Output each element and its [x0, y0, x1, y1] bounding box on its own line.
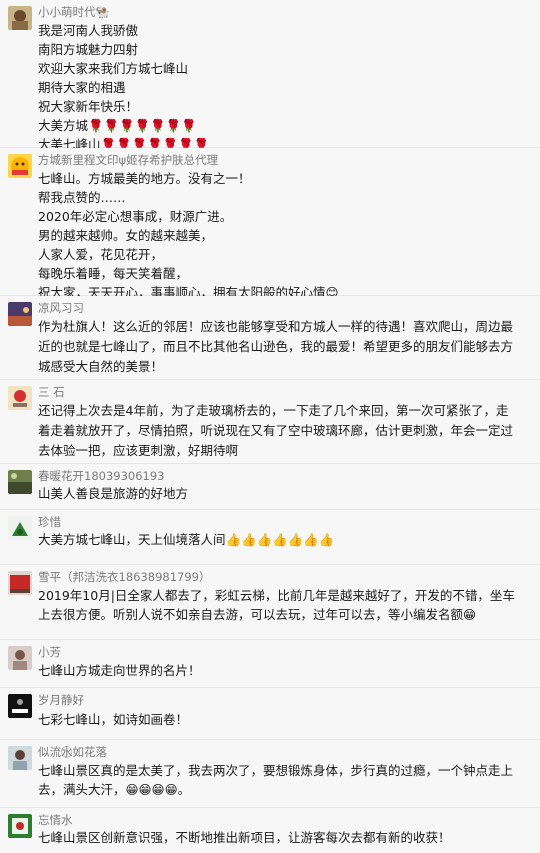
comment-text: 七峰山方城走向世界的名片！ [38, 663, 201, 678]
comment-feed: 小小萌时代🐏 我是河南人我骄傲 南阳方城魅力四射 欢迎大家来我们方城七峰山 期待… [0, 0, 540, 853]
avatar-image [8, 386, 32, 410]
comment-item: 岁月静好 七彩七峰山，如诗如画卷！ [0, 688, 540, 740]
comment-item: 小芳 七峰山方城走向世界的名片！ [0, 640, 540, 688]
comment-item: 珍惜 大美方城七峰山，天上仙境落人间👍👍👍👍👍👍👍 [0, 510, 540, 565]
avatar-image [8, 646, 32, 670]
comment-item: 忘情水 七峰山景区创新意识强，不断地推出新项目，让游客每次去都有新的收获！ [0, 808, 540, 853]
avatar[interactable] [8, 386, 32, 410]
comment-author[interactable]: 岁月静好 [38, 692, 84, 708]
comment-author[interactable]: 小芳 [38, 644, 61, 660]
comment-text: 七峰山。方城最美的地方。没有之一！ 帮我点赞的…… 2020年必定心想事成，财源… [38, 171, 339, 300]
avatar-image [8, 694, 32, 718]
comment-text: 我是河南人我骄傲 南阳方城魅力四射 欢迎大家来我们方城七峰山 期待大家的相遇 祝… [38, 23, 210, 152]
avatar[interactable] [8, 154, 32, 178]
avatar[interactable] [8, 694, 32, 718]
comment-author[interactable]: 小小萌时代🐏 [38, 4, 110, 20]
comment-text: 大美方城七峰山，天上仙境落人间👍👍👍👍👍👍👍 [38, 532, 335, 547]
avatar[interactable] [8, 646, 32, 670]
comment-author[interactable]: 雪平（邦洁洗衣18638981799） [38, 569, 210, 585]
comment-author[interactable]: 忘情水 [38, 812, 73, 828]
avatar-image [8, 516, 32, 540]
comment-author[interactable]: 三 石 [38, 384, 65, 400]
avatar-image [8, 302, 32, 326]
avatar[interactable] [8, 571, 32, 595]
comment-item: 凉风习习 作为杜旗人！这么近的邻居！应该也能够享受和方城人一样的待遇！喜欢爬山，… [0, 296, 540, 380]
comment-item: 小小萌时代🐏 我是河南人我骄傲 南阳方城魅力四射 欢迎大家来我们方城七峰山 期待… [0, 0, 540, 152]
comment-author[interactable]: 凉风习习 [38, 300, 84, 316]
comment-text: 还记得上次去是4年前，为了走玻璃桥去的，一下走了几个来回，第一次可紧张了，走 着… [38, 403, 514, 458]
avatar[interactable] [8, 302, 32, 326]
comment-item: 雪平（邦洁洗衣18638981799） 2019年10月|日全家人都去了，彩虹云… [0, 565, 540, 640]
comment-text: 七峰山景区真的是太美了，我去两次了，要想锻炼身体，步行真的过瘾，一个钟点走上 去… [38, 763, 514, 797]
comment-item: 方城新里程文印ψ姬存希护肤总代理 七峰山。方城最美的地方。没有之一！ 帮我点赞的… [0, 148, 540, 300]
comment-text: 七彩七峰山，如诗如画卷！ [38, 712, 189, 727]
comment-item: 春暖花开18039306193 山美人善良是旅游的好地方 [0, 464, 540, 510]
avatar-image [8, 6, 32, 30]
comment-text: 作为杜旗人！这么近的邻居！应该也能够享受和方城人一样的待遇！喜欢爬山，周边最 近… [38, 319, 514, 374]
avatar[interactable] [8, 6, 32, 30]
avatar-image [8, 814, 32, 838]
avatar[interactable] [8, 470, 32, 494]
avatar[interactable] [8, 814, 32, 838]
avatar-image [8, 571, 32, 595]
comment-text: 2019年10月|日全家人都去了，彩虹云梯，比前几年是越来越好了，开发的不错，坐… [38, 588, 515, 622]
avatar-image [8, 154, 32, 178]
comment-author[interactable]: 方城新里程文印ψ姬存希护肤总代理 [38, 152, 218, 168]
avatar-image [8, 470, 32, 494]
comment-author[interactable]: 春暖花开18039306193 [38, 468, 164, 484]
comment-text: 山美人善良是旅游的好地方 [38, 486, 189, 501]
avatar[interactable] [8, 516, 32, 540]
comment-text: 七峰山景区创新意识强，不断地推出新项目，让游客每次去都有新的收获！ [38, 830, 451, 845]
avatar[interactable] [8, 746, 32, 770]
comment-author[interactable]: 似流水⃝如花落 [38, 744, 107, 760]
comment-item: 三 石 还记得上次去是4年前，为了走玻璃桥去的，一下走了几个来回，第一次可紧张了… [0, 380, 540, 464]
avatar-image [8, 746, 32, 770]
comment-author[interactable]: 珍惜 [38, 514, 61, 530]
comment-item: 似流水⃝如花落 七峰山景区真的是太美了，我去两次了，要想锻炼身体，步行真的过瘾，… [0, 740, 540, 808]
